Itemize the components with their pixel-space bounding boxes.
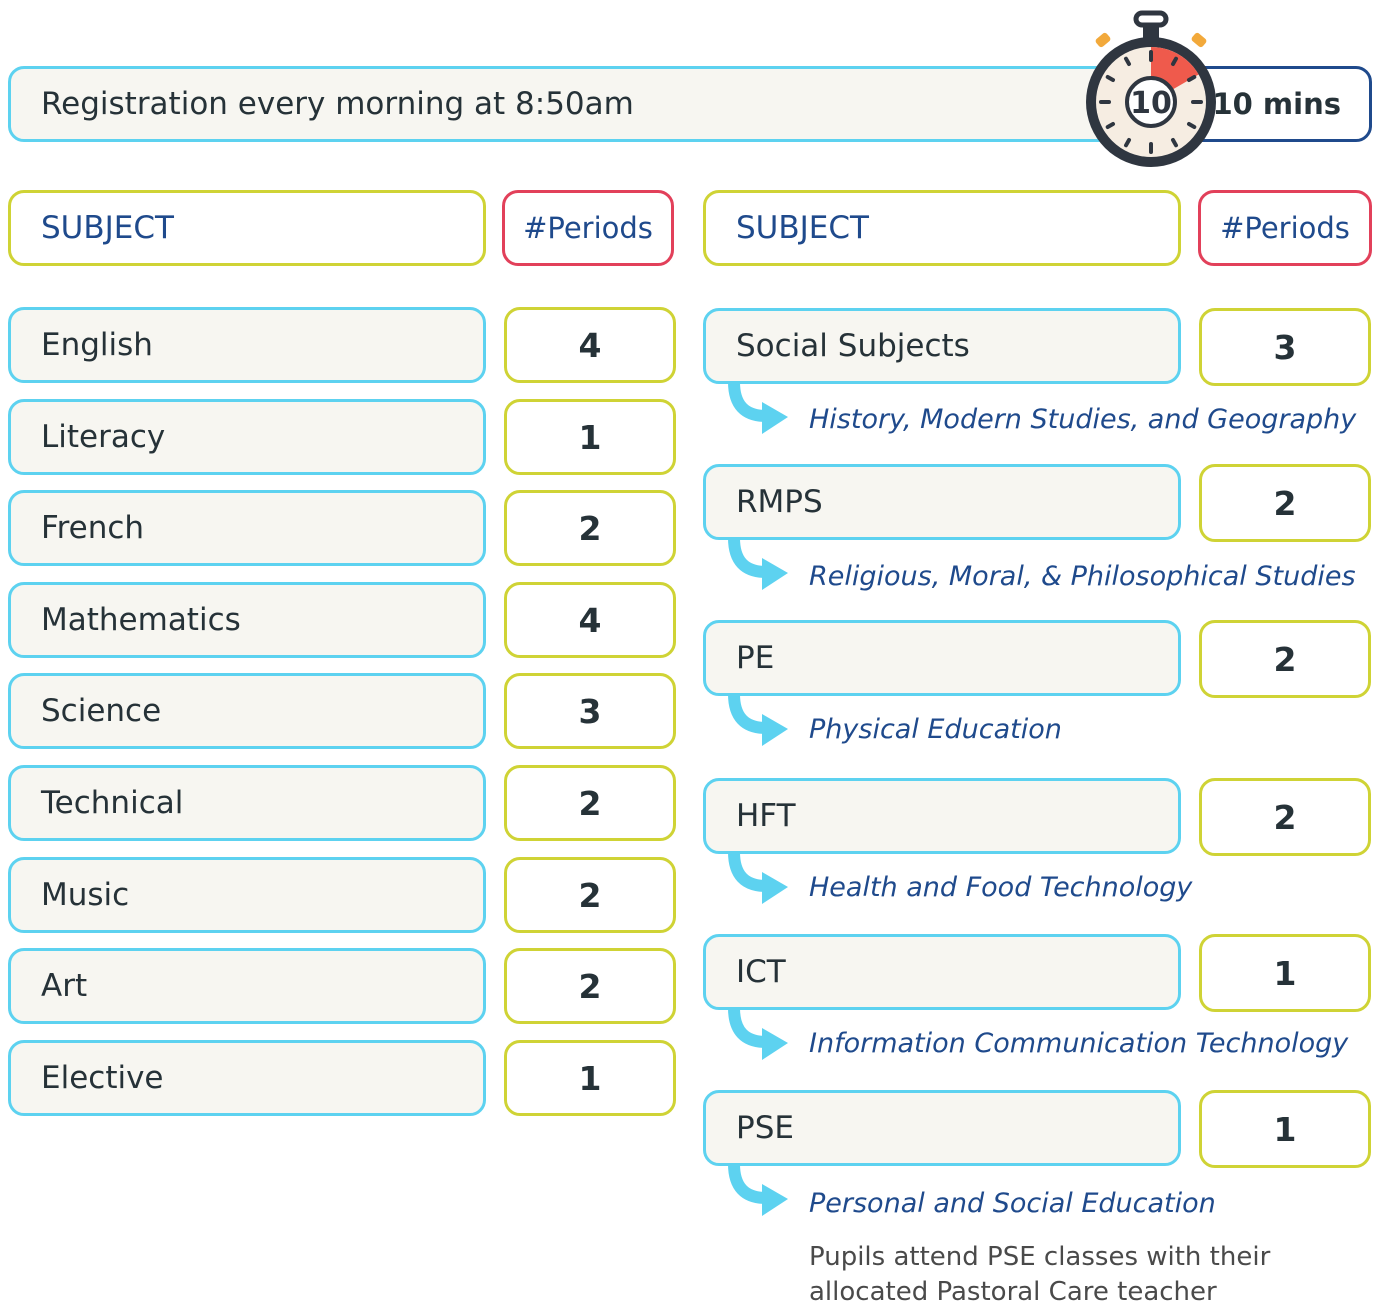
timer-value: 10 (1130, 86, 1172, 121)
subject-description: Physical Education (809, 714, 1062, 745)
periods-pse: 1 (1199, 1090, 1371, 1168)
subject-row-art: Art (8, 948, 486, 1024)
periods-value: 2 (578, 508, 602, 548)
periods-mathematics: 4 (504, 582, 676, 658)
periods-value: 2 (578, 783, 602, 823)
subject-name: Mathematics (41, 602, 241, 638)
subject-name: HFT (736, 798, 796, 834)
periods-science: 3 (504, 673, 676, 749)
periods-value: 2 (1273, 797, 1297, 837)
subject-row-science: Science (8, 673, 486, 749)
subject-row-elective: Elective (8, 1040, 486, 1116)
subject-row-pe: PE (703, 620, 1181, 696)
subject-row-rmps: RMPS (703, 464, 1181, 540)
periods-hft: 2 (1199, 778, 1371, 856)
subject-description: Health and Food Technology (809, 872, 1193, 903)
registration-text: Registration every morning at 8:50am (41, 86, 634, 122)
curved-arrow-icon (728, 1008, 788, 1060)
periods-value: 4 (578, 600, 602, 640)
subject-description: Personal and Social Education (809, 1188, 1216, 1219)
subject-description: Religious, Moral, & Philosophical Studie… (809, 561, 1356, 592)
left-periods-header: #Periods (502, 190, 674, 266)
subject-name: Music (41, 877, 130, 913)
subject-row-french: French (8, 490, 486, 566)
duration-text: 10 mins (1212, 87, 1341, 121)
periods-value: 1 (1273, 953, 1297, 993)
right-periods-header: #Periods (1198, 190, 1372, 266)
subject-name: English (41, 327, 153, 363)
periods-value: 1 (578, 1058, 602, 1098)
periods-elective: 1 (504, 1040, 676, 1116)
periods-literacy: 1 (504, 399, 676, 475)
subject-name: French (41, 510, 145, 546)
subject-name: Technical (41, 785, 184, 821)
subject-header-label: SUBJECT (41, 210, 174, 246)
curved-arrow-icon (728, 1164, 788, 1216)
subject-row-music: Music (8, 857, 486, 933)
periods-value: 2 (578, 966, 602, 1006)
periods-ict: 1 (1199, 934, 1371, 1012)
curved-arrow-icon (728, 382, 788, 434)
subject-row-ict: ICT (703, 934, 1181, 1010)
periods-value: 1 (1273, 1109, 1297, 1149)
subject-name: Elective (41, 1060, 164, 1096)
periods-value: 4 (578, 325, 602, 365)
periods-value: 3 (1273, 327, 1297, 367)
subject-description: Information Communication Technology (809, 1028, 1349, 1059)
periods-music: 2 (504, 857, 676, 933)
periods-value: 2 (1273, 639, 1297, 679)
periods-header-label: #Periods (523, 211, 653, 245)
subject-row-technical: Technical (8, 765, 486, 841)
subject-name: Science (41, 693, 162, 729)
curved-arrow-icon (728, 538, 788, 590)
subject-name: ICT (736, 954, 786, 990)
periods-art: 2 (504, 948, 676, 1024)
pse-note: Pupils attend PSE classes with their all… (809, 1242, 1271, 1307)
periods-social-subjects: 3 (1199, 308, 1371, 386)
stopwatch-icon: 10 (1086, 10, 1216, 167)
periods-technical: 2 (504, 765, 676, 841)
subject-row-mathematics: Mathematics (8, 582, 486, 658)
periods-english: 4 (504, 307, 676, 383)
subject-name: PSE (736, 1110, 794, 1146)
subject-row-literacy: Literacy (8, 399, 486, 475)
left-subject-header: SUBJECT (8, 190, 486, 266)
subject-description: History, Modern Studies, and Geography (809, 404, 1357, 435)
right-subject-header: SUBJECT (703, 190, 1181, 266)
periods-value: 2 (578, 875, 602, 915)
curved-arrow-icon (728, 852, 788, 904)
subject-header-label: SUBJECT (736, 210, 869, 246)
subject-row-hft: HFT (703, 778, 1181, 854)
registration-banner: Registration every morning at 8:50am (8, 66, 1118, 142)
subject-name: Art (41, 968, 88, 1004)
periods-french: 2 (504, 490, 676, 566)
periods-pe: 2 (1199, 620, 1371, 698)
subject-row-pse: PSE (703, 1090, 1181, 1166)
periods-rmps: 2 (1199, 464, 1371, 542)
subject-name: Literacy (41, 419, 166, 455)
periods-value: 2 (1273, 483, 1297, 523)
periods-value: 3 (578, 691, 602, 731)
subject-name: Social Subjects (736, 328, 970, 364)
subject-name: RMPS (736, 484, 823, 520)
subject-row-social-subjects: Social Subjects (703, 308, 1181, 384)
periods-value: 1 (578, 417, 602, 457)
curved-arrow-icon (728, 694, 788, 746)
subject-name: PE (736, 640, 775, 676)
subject-row-english: English (8, 307, 486, 383)
periods-header-label: #Periods (1220, 211, 1350, 245)
